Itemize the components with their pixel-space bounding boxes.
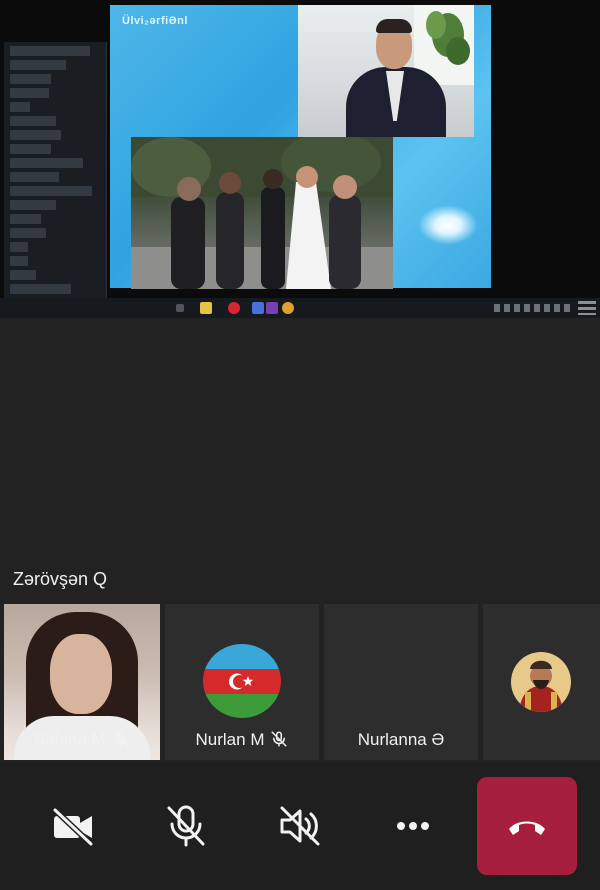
speaker-video <box>298 5 474 137</box>
azerbaijan-flag-icon <box>203 644 281 718</box>
wedding-photo-scene <box>131 137 393 289</box>
participant-name-row: Nurlan M <box>165 730 319 750</box>
app-icon <box>266 302 278 314</box>
leave-call-button[interactable] <box>477 777 577 875</box>
call-controls-bar <box>0 762 600 890</box>
desktop-taskbar <box>0 298 600 318</box>
folder-icon <box>200 302 212 314</box>
mic-off-icon <box>113 731 129 747</box>
camera-off-icon <box>52 807 94 847</box>
avatar <box>511 652 571 712</box>
mic-off-icon <box>271 731 287 747</box>
participant-name: Nurlan M <box>195 730 265 749</box>
more-options-button[interactable] <box>389 802 437 850</box>
hang-up-icon <box>509 821 545 835</box>
system-tray <box>494 304 574 312</box>
speaker-hair <box>376 19 412 33</box>
participant-video-face <box>50 634 112 714</box>
slide-title: Ülvi₂ərfiƏnl <box>122 15 188 27</box>
presenter-name: Zərövşən Q <box>13 569 108 589</box>
wedding-photo <box>131 137 393 289</box>
speaker-toggle-button[interactable] <box>276 802 324 850</box>
shared-screen: Ülvi₂ərfiƏnl <box>0 0 600 318</box>
speaker-off-icon <box>280 806 320 846</box>
browser-opera-icon <box>228 302 240 314</box>
participant-name-row: Nurlanna Ə <box>324 730 478 750</box>
camera-toggle-button[interactable] <box>49 802 97 850</box>
participant-name: Nurlanna Ə <box>357 730 445 749</box>
mic-off-icon <box>167 805 205 847</box>
more-icon <box>397 822 429 830</box>
participant-tile[interactable]: Nurlan M <box>165 604 319 760</box>
participant-tile[interactable]: Nurlanna Ə <box>324 604 478 760</box>
mute-button[interactable] <box>162 802 210 850</box>
search-icon <box>176 304 184 312</box>
participant-tile[interactable]: Səbinə M <box>4 604 160 760</box>
shared-screen-sidebar <box>4 42 107 300</box>
portrait-avatar <box>511 652 571 712</box>
slide-light-flare <box>418 205 478 245</box>
avatar <box>203 644 281 718</box>
participant-name: Səbinə M <box>34 730 106 749</box>
app-icon <box>252 302 264 314</box>
taskbar-clock <box>578 301 596 315</box>
participant-name-row: Səbinə M <box>4 730 160 750</box>
browser-chrome-icon <box>282 302 294 314</box>
participant-tile[interactable] <box>483 604 600 760</box>
